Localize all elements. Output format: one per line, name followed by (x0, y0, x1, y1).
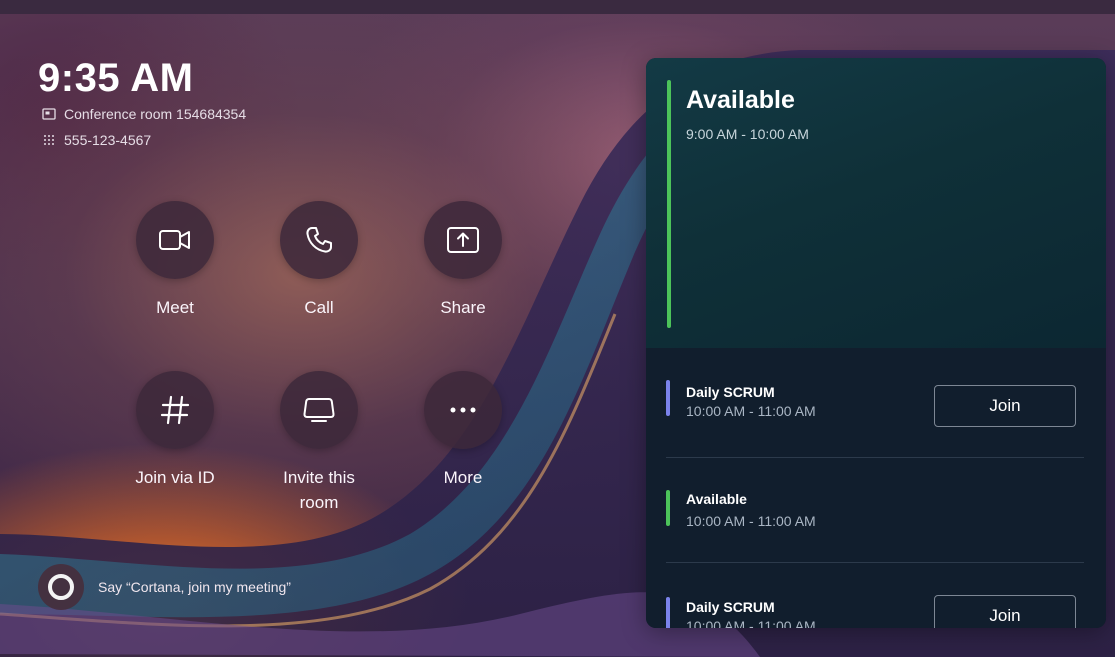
share-button[interactable]: Share (393, 201, 533, 320)
current-status: Available (686, 86, 795, 114)
room-name-row: Conference room 154684354 (42, 106, 246, 122)
meet-label: Meet (156, 298, 194, 317)
more-label: More (443, 468, 483, 487)
phone-icon (306, 227, 332, 253)
invite-this-room-label: Invite this room (283, 468, 355, 512)
call-button[interactable]: Call (249, 201, 389, 320)
join-meeting-button[interactable]: Join (934, 595, 1076, 628)
availability-accent-bar (667, 80, 671, 328)
meeting-time: 10:00 AM - 11:00 AM (686, 403, 816, 419)
join-meeting-button[interactable]: Join (934, 385, 1076, 427)
current-availability-card: Available 9:00 AM - 10:00 AM (646, 58, 1106, 348)
join-via-id-circle[interactable] (136, 371, 214, 449)
phone-number: 555-123-4567 (64, 132, 152, 148)
share-circle[interactable] (424, 201, 502, 279)
meeting-title: Daily SCRUM (686, 599, 775, 615)
meetings-panel: Available 9:00 AM - 10:00 AM Daily SCRUM… (646, 58, 1106, 628)
cortana-hint[interactable]: Say “Cortana, join my meeting” (38, 564, 291, 610)
call-label: Call (304, 298, 334, 317)
call-circle[interactable] (280, 201, 358, 279)
cortana-prompt: Say “Cortana, join my meeting” (98, 579, 291, 595)
room-console-icon (303, 398, 335, 422)
hash-icon (160, 395, 190, 425)
share-screen-icon (447, 227, 479, 253)
clock-time: 9:35 AM (38, 56, 194, 100)
more-circle[interactable] (424, 371, 502, 449)
join-via-id-button[interactable]: Join via ID (105, 371, 245, 490)
meeting-title: Daily SCRUM (686, 384, 775, 400)
more-button[interactable]: More (393, 371, 533, 490)
meeting-accent-bar (666, 597, 670, 628)
room-name: Conference room 154684354 (64, 106, 247, 122)
meet-circle[interactable] (136, 201, 214, 279)
invite-this-room-circle[interactable] (280, 371, 358, 449)
list-item: Available 10:00 AM - 11:00 AM (646, 458, 1106, 562)
list-item: Daily SCRUM 10:00 AM - 11:00 AM Join (646, 563, 1106, 628)
current-time-range: 9:00 AM - 10:00 AM (686, 126, 809, 142)
cortana-button[interactable] (38, 564, 84, 610)
meeting-time: 10:00 AM - 11:00 AM (686, 513, 816, 529)
share-label: Share (440, 298, 486, 317)
invite-this-room-button[interactable]: Invite this room (249, 371, 389, 515)
dialpad-icon (44, 135, 54, 145)
room-display-icon (42, 108, 56, 120)
cortana-ring-icon (48, 574, 74, 600)
meeting-time: 10:00 AM - 11:00 AM (686, 618, 816, 628)
video-camera-icon (159, 230, 190, 250)
more-dots-icon (450, 407, 476, 413)
meeting-title: Available (686, 491, 747, 507)
phone-number-row: 555-123-4567 (42, 132, 151, 148)
room-home-screen: 9:35 AM Conference room 154684354 555-12… (0, 14, 1115, 657)
meeting-list: Daily SCRUM 10:00 AM - 11:00 AM Join Ava… (646, 348, 1106, 628)
list-item: Daily SCRUM 10:00 AM - 11:00 AM Join (646, 348, 1106, 452)
meet-button[interactable]: Meet (105, 201, 245, 320)
meeting-accent-bar (666, 380, 670, 416)
availability-accent-bar (666, 490, 670, 526)
join-via-id-label: Join via ID (135, 468, 215, 487)
